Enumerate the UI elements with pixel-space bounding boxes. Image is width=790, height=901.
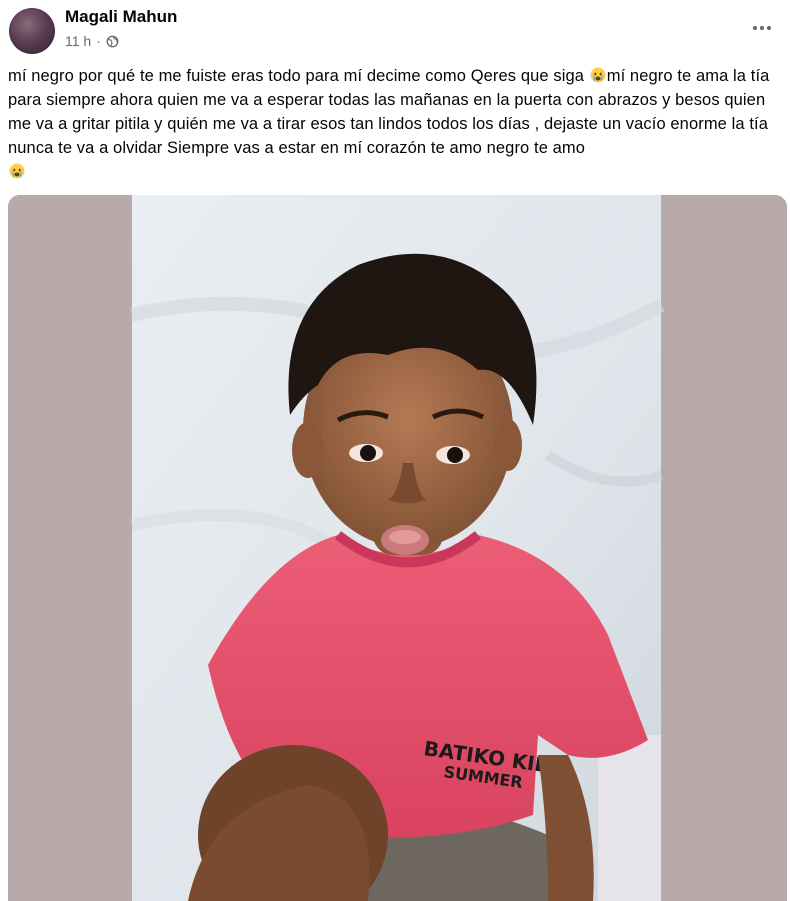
post-photo[interactable]: BATIKO KID SUMMER: [8, 195, 787, 901]
avatar[interactable]: [9, 8, 55, 54]
post-header: Magali Mahun 11 h ·: [0, 0, 790, 60]
post-meta: 11 h ·: [65, 33, 119, 49]
post-text: mí negro por qué te me fuiste eras todo …: [8, 64, 778, 184]
more-options-icon[interactable]: [748, 14, 776, 42]
post-text-part-1: mí negro por qué te me fuiste eras todo …: [8, 67, 589, 85]
crying-face-emoji-icon: [9, 163, 25, 179]
post-time[interactable]: 11 h: [65, 33, 91, 49]
photo-child-portrait: BATIKO KID SUMMER: [8, 195, 787, 901]
meta-separator: ·: [96, 33, 101, 49]
globe-icon[interactable]: [106, 35, 119, 48]
crying-face-emoji-icon: [590, 67, 606, 83]
author-name[interactable]: Magali Mahun: [65, 7, 177, 27]
